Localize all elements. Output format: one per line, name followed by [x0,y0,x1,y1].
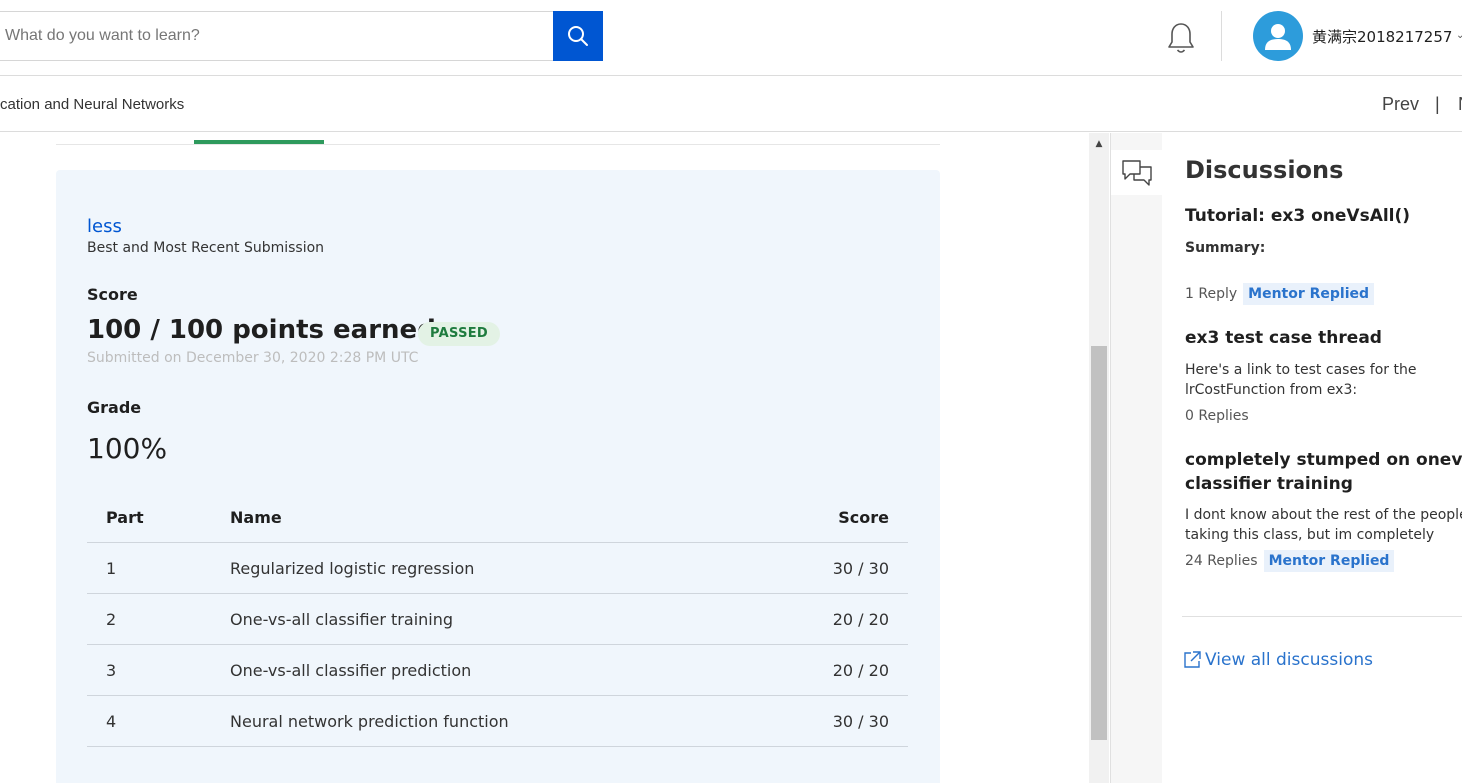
column-header-score: Score [790,492,908,543]
status-badge: PASSED [418,322,501,346]
part-name: One-vs-all classifier prediction [230,644,790,696]
search-icon [568,26,588,46]
search-button[interactable] [553,11,603,61]
discussion-meta: 0 Replies [1185,408,1249,424]
score-heading: Score [87,285,138,304]
part-score: 30 / 30 [790,542,908,594]
parts-table: Part Name Score 1 Regularized logistic r… [87,492,908,747]
submission-subtitle: Best and Most Recent Submission [87,240,325,256]
user-icon [1265,24,1291,50]
submitted-timestamp: Submitted on December 30, 2020 2:28 PM U… [87,350,419,366]
scrollbar-thumb[interactable] [1091,346,1107,740]
discussions-divider [1182,616,1462,617]
toggle-less-link[interactable]: less [87,216,122,237]
header-divider [1221,11,1222,61]
discussion-title-line2[interactable]: classifier training [1185,472,1353,496]
prev-link[interactable]: Prev [1382,94,1419,115]
reply-count: 1 Reply [1185,286,1238,302]
table-header-row: Part Name Score [87,492,908,543]
discussion-title[interactable]: completely stumped on onevsall [1185,448,1462,472]
part-number: 2 [87,593,230,645]
tabs-divider [56,144,940,145]
view-all-label[interactable]: View all discussions [1205,650,1373,670]
part-score: 20 / 20 [790,593,908,645]
part-score: 30 / 30 [790,695,908,747]
part-name: One-vs-all classifier training [230,593,790,645]
part-name: Neural network prediction function [230,695,790,747]
discussion-meta: 1 Reply Mentor Replied [1185,283,1375,305]
top-header: 黄满宗2018217257 ⌄ [0,0,1462,76]
discussion-title[interactable]: Tutorial: ex3 oneVsAll() [1185,204,1410,228]
discussion-summary-label: Summary: [1185,240,1266,256]
course-title[interactable]: cation and Neural Networks [0,96,184,113]
column-header-part: Part [87,492,230,543]
chat-bubbles-icon [1121,159,1152,186]
reply-count: 24 Replies [1185,553,1258,569]
bell-icon [1168,23,1194,53]
table-row: 2 One-vs-all classifier training 20 / 20 [87,593,908,645]
part-number: 4 [87,695,230,747]
grade-heading: Grade [87,398,142,417]
column-header-name: Name [230,492,790,543]
scroll-up-arrow-icon[interactable]: ▲ [1089,136,1109,152]
grade-value: 100% [87,432,168,465]
table-row: 3 One-vs-all classifier prediction 20 / … [87,644,908,696]
table-row: 1 Regularized logistic regression 30 / 3… [87,542,908,594]
external-link-icon [1184,651,1201,668]
discussion-snippet-line: lrCostFunction from ex3: [1185,382,1358,398]
part-number: 3 [87,644,230,696]
nav-separator: | [1435,94,1440,114]
course-breadcrumb-bar: cation and Neural Networks Prev | Next [0,76,1462,132]
reply-count: 0 Replies [1185,408,1249,424]
avatar[interactable] [1253,11,1303,61]
discussion-snippet-line: I dont know about the rest of the people [1185,507,1462,523]
discussions-toggle-button[interactable] [1111,150,1162,195]
part-score: 20 / 20 [790,644,908,696]
discussion-snippet-line: taking this class, but im completely [1185,527,1435,543]
discussion-meta: 24 Replies Mentor Replied [1185,550,1395,572]
mentor-replied-badge: Mentor Replied [1243,283,1375,305]
table-row: 4 Neural network prediction function 30 … [87,695,908,747]
part-number: 1 [87,542,230,594]
discussion-snippet-line: Here's a link to test cases for the [1185,362,1417,378]
discussions-icon-rail [1111,133,1162,783]
next-link[interactable]: Next [1458,94,1462,115]
points-earned: 100 / 100 points earned [87,315,436,345]
notifications-button[interactable] [1164,20,1198,56]
discussion-title[interactable]: ex3 test case thread [1185,326,1382,350]
mentor-replied-badge: Mentor Replied [1263,550,1395,572]
discussions-title: Discussions [1185,156,1344,184]
username[interactable]: 黄满宗2018217257 [1312,26,1452,47]
search-input[interactable] [0,11,554,61]
view-all-discussions-link[interactable]: View all discussions [1182,650,1373,670]
chevron-down-icon[interactable]: ⌄ [1456,30,1462,41]
part-name: Regularized logistic regression [230,542,790,594]
active-tab-indicator [194,140,324,144]
